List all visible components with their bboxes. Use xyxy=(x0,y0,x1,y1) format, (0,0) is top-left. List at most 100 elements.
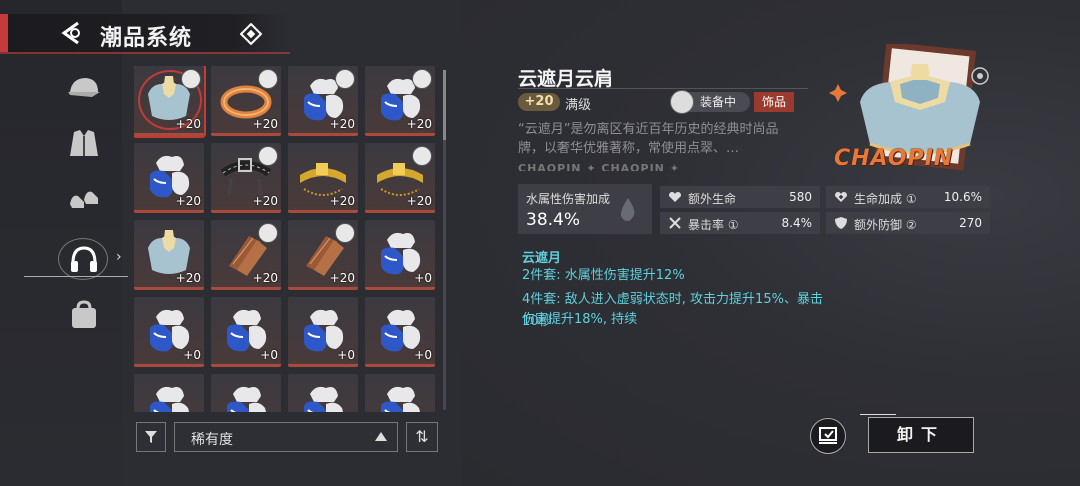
attribute-value: 10.6% xyxy=(943,190,982,204)
attribute-value: 270 xyxy=(959,216,982,230)
attribute-row: 生命加成 ① 10.6% xyxy=(826,186,990,208)
monitor-icon xyxy=(819,427,837,444)
owner-avatar xyxy=(412,146,432,166)
owner-avatar xyxy=(335,223,355,243)
bag-icon[interactable] xyxy=(64,296,104,336)
attribute-label: 生命加成 ① xyxy=(854,192,917,206)
level-badge: +20 xyxy=(518,93,560,111)
heart-plus-icon xyxy=(835,192,847,202)
item-description[interactable]: “云遮月”是勿离区有近百年历史的经典时尚品牌，以奢华优雅著称，常使用点翠、… xyxy=(518,120,803,158)
jacket-icon[interactable] xyxy=(64,124,104,164)
attribute-label: 暴击率 ① xyxy=(688,218,739,232)
item-slot[interactable]: +0 xyxy=(134,297,204,367)
item-slot[interactable]: +20 xyxy=(211,143,281,213)
header-accent xyxy=(0,14,8,52)
item-level: +20 xyxy=(329,117,355,131)
button-decoration xyxy=(860,414,896,415)
item-slot[interactable] xyxy=(134,374,204,412)
sort-order-button[interactable]: ⇅ xyxy=(406,422,438,452)
sort-order-icon: ⇅ xyxy=(415,427,429,446)
item-level: +0 xyxy=(260,348,278,362)
shoes-icon[interactable] xyxy=(64,180,104,220)
item-level: +20 xyxy=(175,271,201,285)
item-level: +20 xyxy=(252,194,278,208)
header-underline xyxy=(0,52,290,54)
item-slot[interactable]: +20 xyxy=(211,220,281,290)
item-level: +20 xyxy=(252,271,278,285)
item-slot[interactable]: +0 xyxy=(288,297,358,367)
bag-item-icon xyxy=(381,386,420,412)
attribute-row: 额外生命 580 xyxy=(660,186,820,208)
unequip-button[interactable]: 卸下 xyxy=(868,417,974,453)
back-icon[interactable] xyxy=(58,20,88,46)
attribute-label: 额外生命 xyxy=(688,192,737,206)
bag-item-icon xyxy=(304,386,343,412)
item-level: +20 xyxy=(329,271,355,285)
sort-select-label: 稀有度 xyxy=(191,432,233,448)
owner-avatar xyxy=(258,223,278,243)
owner-avatar xyxy=(335,69,355,89)
target-icon xyxy=(971,67,989,85)
preview-button[interactable] xyxy=(810,418,846,454)
water-drop-icon xyxy=(620,198,635,221)
item-slot[interactable]: +20 xyxy=(288,66,358,136)
filter-button[interactable] xyxy=(136,422,166,452)
filter-icon xyxy=(145,431,157,443)
owner-avatar xyxy=(258,69,278,89)
attribute-label: 额外防御 ② xyxy=(854,218,917,232)
main-attribute-label: 水属性伤害加成 xyxy=(526,192,611,206)
level-status: 满级 xyxy=(565,98,592,113)
item-level: +20 xyxy=(252,117,278,131)
item-slot[interactable]: +20 xyxy=(365,66,435,136)
item-slot[interactable]: +20 xyxy=(288,143,358,213)
attribute-row: 额外防御 ② 270 xyxy=(826,212,990,234)
owner-avatar xyxy=(258,146,278,166)
item-level: +20 xyxy=(329,194,355,208)
bag-item-icon xyxy=(227,386,266,412)
item-name: 云遮月云肩 xyxy=(518,68,614,90)
item-slot[interactable]: +20 xyxy=(211,66,281,136)
item-slot[interactable] xyxy=(288,374,358,412)
item-level: +20 xyxy=(175,194,201,208)
item-slot[interactable] xyxy=(211,374,281,412)
attribute-row: 暴击率 ① 8.4% xyxy=(660,212,820,234)
item-slot[interactable]: +0 xyxy=(365,297,435,367)
diamond-icon[interactable] xyxy=(240,23,262,45)
item-type-tag: 饰品 xyxy=(754,92,794,112)
attribute-value: 8.4% xyxy=(781,216,813,230)
item-level: +20 xyxy=(406,117,432,131)
item-slot[interactable]: +0 xyxy=(211,297,281,367)
headphones-icon[interactable] xyxy=(64,239,104,279)
item-slot[interactable] xyxy=(365,374,435,412)
owner-avatar xyxy=(412,69,432,89)
item-slot[interactable]: +20 xyxy=(288,220,358,290)
bag-item-icon xyxy=(150,386,189,412)
set-bonus-4-cont: 10秒 xyxy=(522,314,552,329)
item-level: +0 xyxy=(337,348,355,362)
item-slot[interactable]: +20 xyxy=(134,66,206,138)
brand-strip: CHAOPIN ✦ CHAOPIN ✦ CHAOPIN xyxy=(518,157,748,171)
owner-avatar xyxy=(181,69,201,89)
set-bonus-2: 2件套: 水属性伤害提升12% xyxy=(522,268,685,283)
item-slot[interactable]: +20 xyxy=(134,143,204,213)
selected-category-line xyxy=(24,276,128,277)
item-level: +20 xyxy=(175,117,201,131)
item-level: +0 xyxy=(414,271,432,285)
item-slot[interactable]: +20 xyxy=(134,220,204,290)
shield-icon xyxy=(835,217,847,229)
chevron-right-icon: › xyxy=(116,249,122,265)
grid-scroll-thumb[interactable] xyxy=(443,70,446,140)
main-attribute-value: 38.4% xyxy=(526,210,581,230)
name-divider xyxy=(518,88,808,89)
main-attribute: 水属性伤害加成 38.4% xyxy=(518,184,652,234)
hat-icon[interactable] xyxy=(64,70,104,110)
item-slot[interactable]: +20 xyxy=(365,143,435,213)
item-slot[interactable]: +0 xyxy=(365,220,435,290)
artwork-brand-text: CHAOPIN xyxy=(834,146,954,171)
heart-icon xyxy=(669,192,681,202)
crit-icon xyxy=(669,217,681,229)
item-level: +20 xyxy=(406,194,432,208)
attribute-value: 580 xyxy=(789,190,812,204)
sort-select[interactable]: 稀有度 xyxy=(174,422,398,452)
item-level: +0 xyxy=(183,348,201,362)
